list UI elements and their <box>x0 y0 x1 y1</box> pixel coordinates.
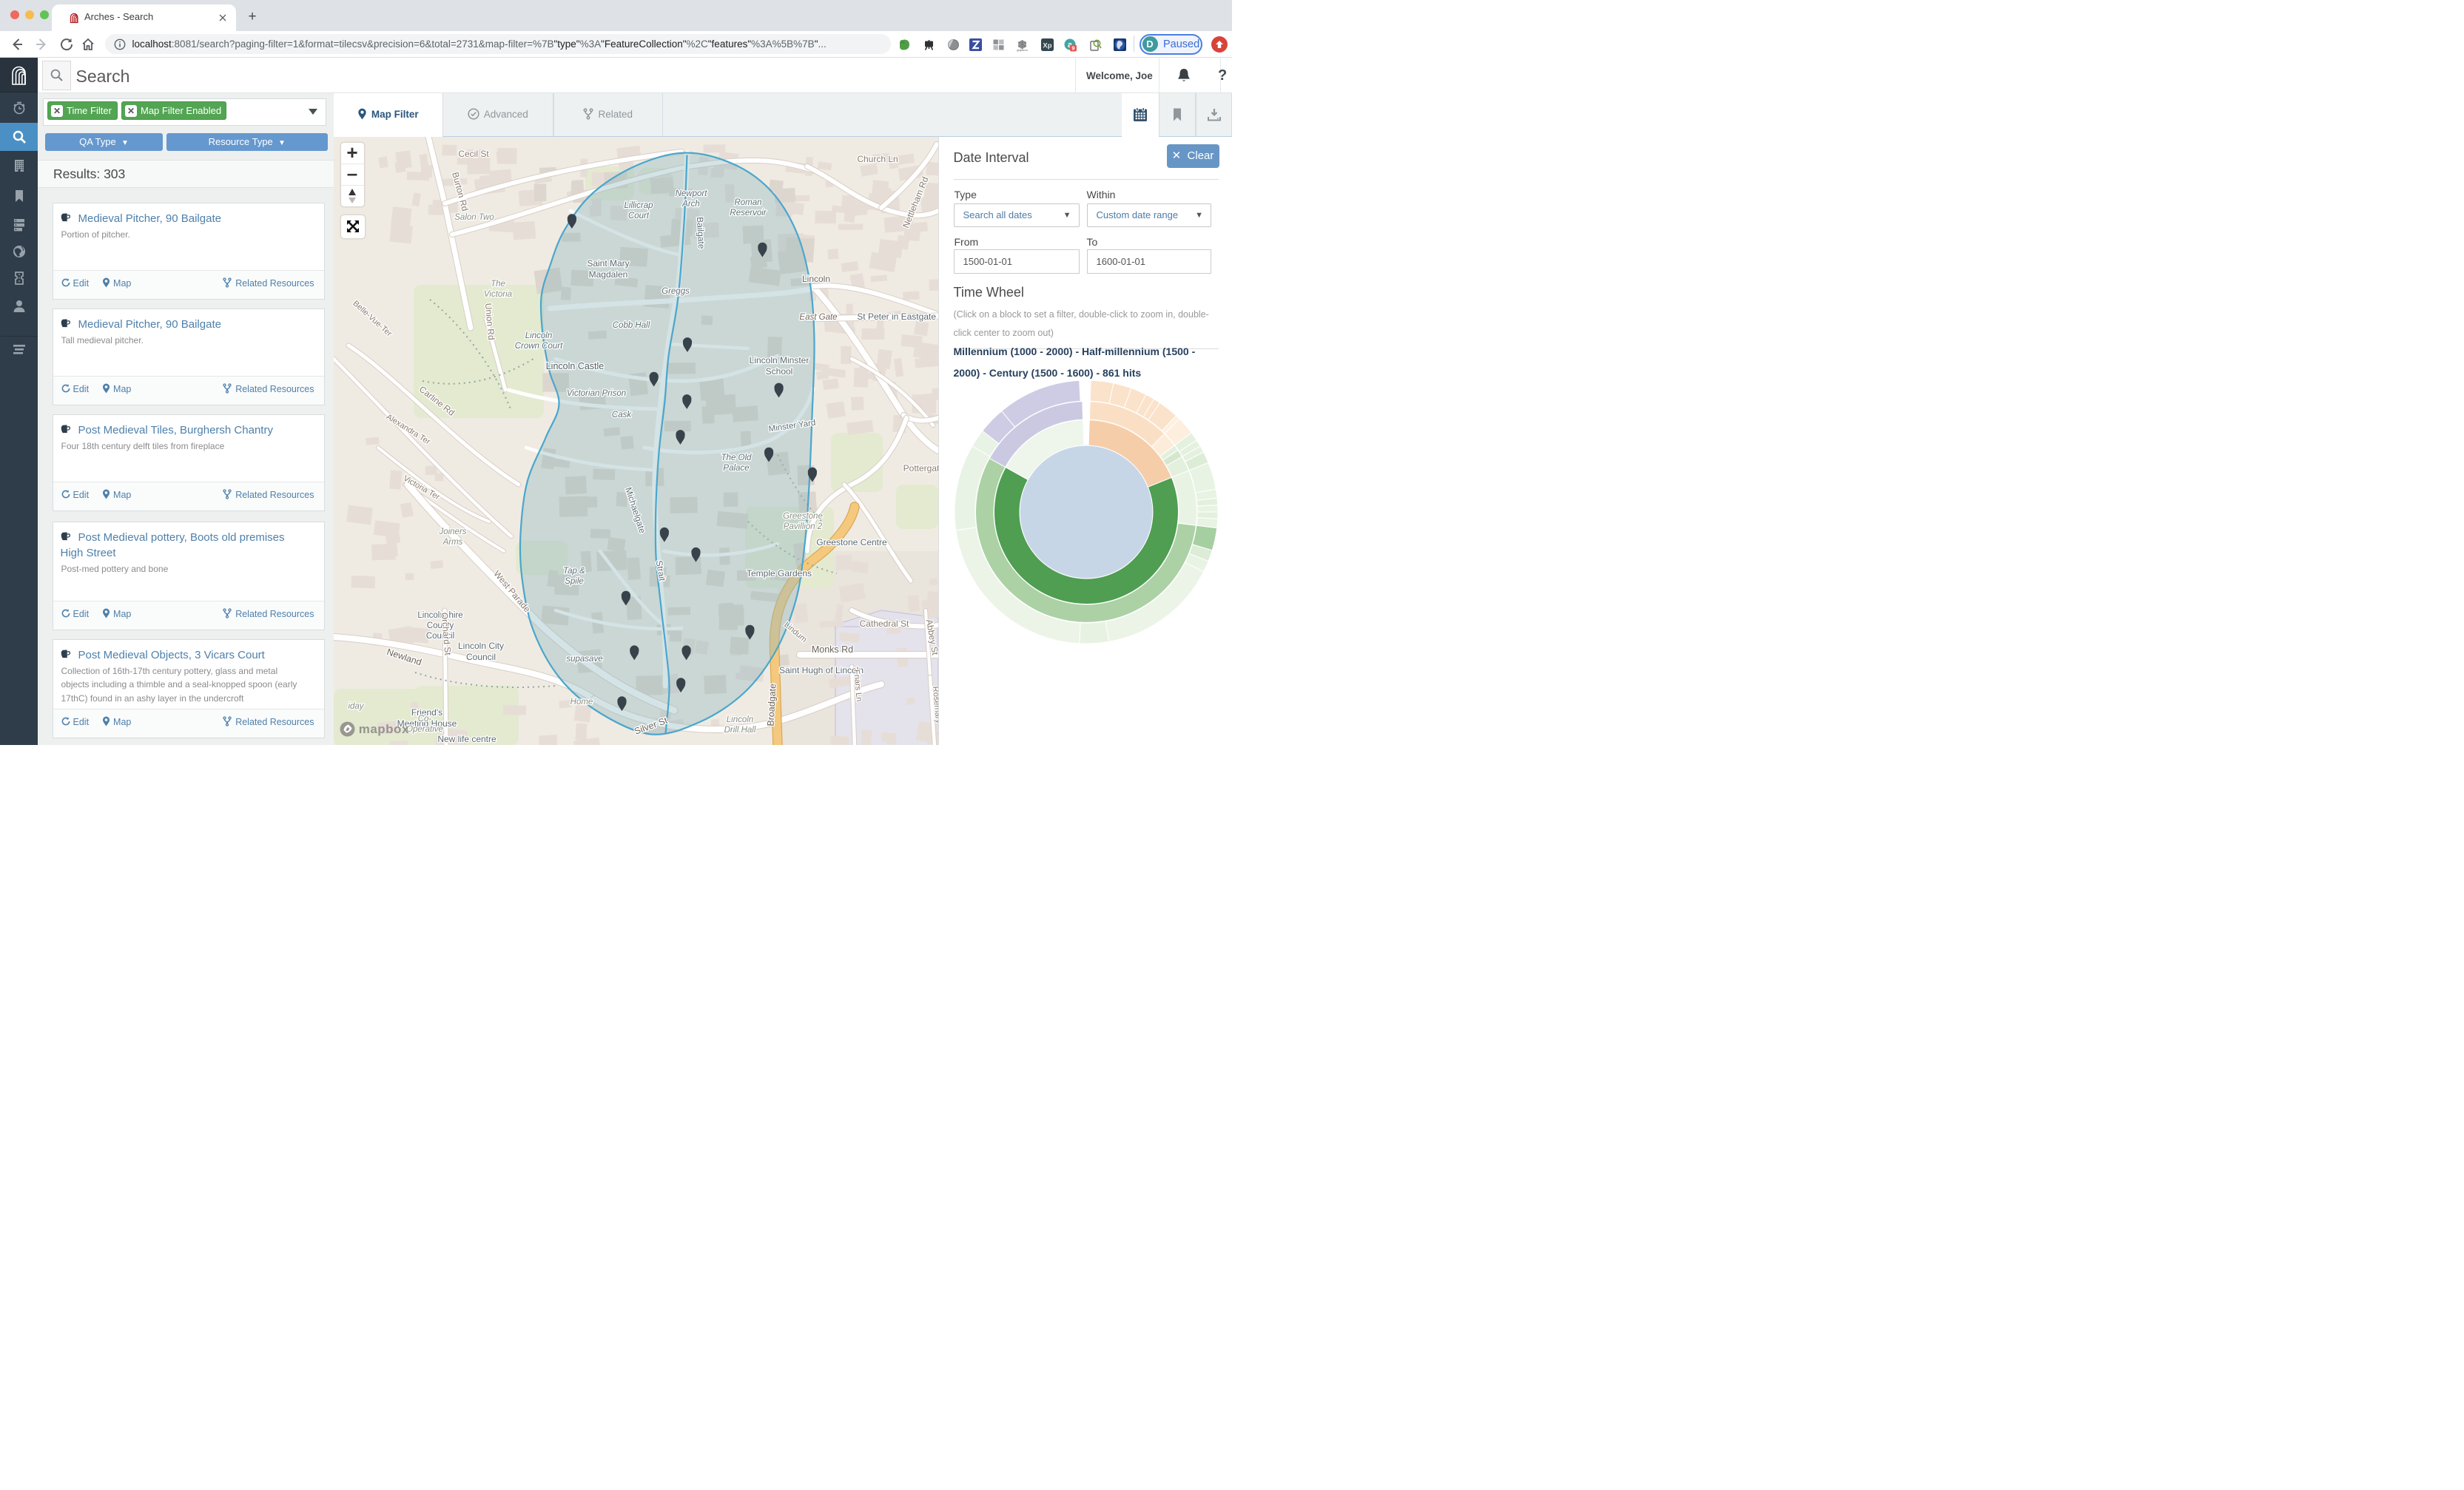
svg-text:Arms: Arms <box>442 538 462 547</box>
svg-text:Lincoln City: Lincoln City <box>457 641 503 651</box>
svg-text:Newport: Newport <box>675 189 707 198</box>
svg-text:Greggs: Greggs <box>662 287 690 296</box>
svg-text:Salon Two: Salon Two <box>454 213 494 222</box>
svg-text:Lincoln: Lincoln <box>726 715 753 724</box>
svg-text:Operative: Operative <box>406 725 443 734</box>
svg-text:New life centre: New life centre <box>437 734 496 744</box>
svg-text:The: The <box>491 280 505 289</box>
svg-text:Arch: Arch <box>681 200 700 209</box>
svg-text:geojson.io: geojson.io <box>1017 49 1028 52</box>
svg-text:Joiners: Joiners <box>438 527 466 536</box>
svg-text:Co-: Co- <box>417 715 431 724</box>
svg-text:Cask: Cask <box>611 411 631 419</box>
svg-text:The Old: The Old <box>721 454 752 462</box>
svg-text:Victoria: Victoria <box>483 290 511 299</box>
svg-text:Saint Mary: Saint Mary <box>587 258 629 269</box>
svg-text:iday: iday <box>348 702 364 711</box>
svg-text:East Gate: East Gate <box>799 313 837 322</box>
svg-text:Reservoir: Reservoir <box>730 209 767 218</box>
svg-text:9: 9 <box>1071 44 1074 51</box>
svg-text:School: School <box>765 366 792 377</box>
svg-text:Home: Home <box>570 698 593 707</box>
svg-text:Cecil St: Cecil St <box>458 149 489 159</box>
svg-text:Greestone Centre: Greestone Centre <box>816 537 887 547</box>
svg-text:Pavillion 2: Pavillion 2 <box>783 522 822 531</box>
svg-text:Council: Council <box>465 652 495 662</box>
svg-text:supasave: supasave <box>566 655 602 664</box>
svg-text:Temple Gardens: Temple Gardens <box>746 568 811 579</box>
svg-text:Church Ln: Church Ln <box>857 154 898 164</box>
svg-text:Tap &: Tap & <box>563 567 585 576</box>
svg-text:Victorian Prison: Victorian Prison <box>566 389 625 398</box>
svg-text:Greestone: Greestone <box>783 512 823 521</box>
svg-text:Lincoln Minster: Lincoln Minster <box>749 355 809 365</box>
svg-text:Lincoln Castle: Lincoln Castle <box>545 361 604 371</box>
svg-text:Magdalen: Magdalen <box>588 269 627 280</box>
svg-text:Lincoln: Lincoln <box>801 274 829 284</box>
svg-text:Pottergat: Pottergat <box>903 463 938 473</box>
svg-text:Palace: Palace <box>723 464 749 473</box>
svg-text:Xp: Xp <box>1043 41 1051 50</box>
svg-text:Cathedral St: Cathedral St <box>859 618 909 629</box>
svg-text:Cobb Hall: Cobb Hall <box>612 321 650 330</box>
svg-text:Crown Court: Crown Court <box>514 342 562 351</box>
svg-text:Monks Rd: Monks Rd <box>811 644 852 655</box>
svg-text:Saint Hugh of Lincoln: Saint Hugh of Lincoln <box>778 665 863 675</box>
svg-text:Roman: Roman <box>734 198 761 207</box>
svg-text:Court: Court <box>627 212 649 220</box>
svg-text:Drill Hall: Drill Hall <box>724 726 755 735</box>
svg-text:Lincoln: Lincoln <box>525 331 551 340</box>
svg-text:Spile: Spile <box>565 577 584 586</box>
svg-text:Lillicrap: Lillicrap <box>624 201 653 210</box>
svg-text:St Peter in Eastgate: St Peter in Eastgate <box>857 311 936 322</box>
svg-text:Bailgate: Bailgate <box>694 216 706 249</box>
